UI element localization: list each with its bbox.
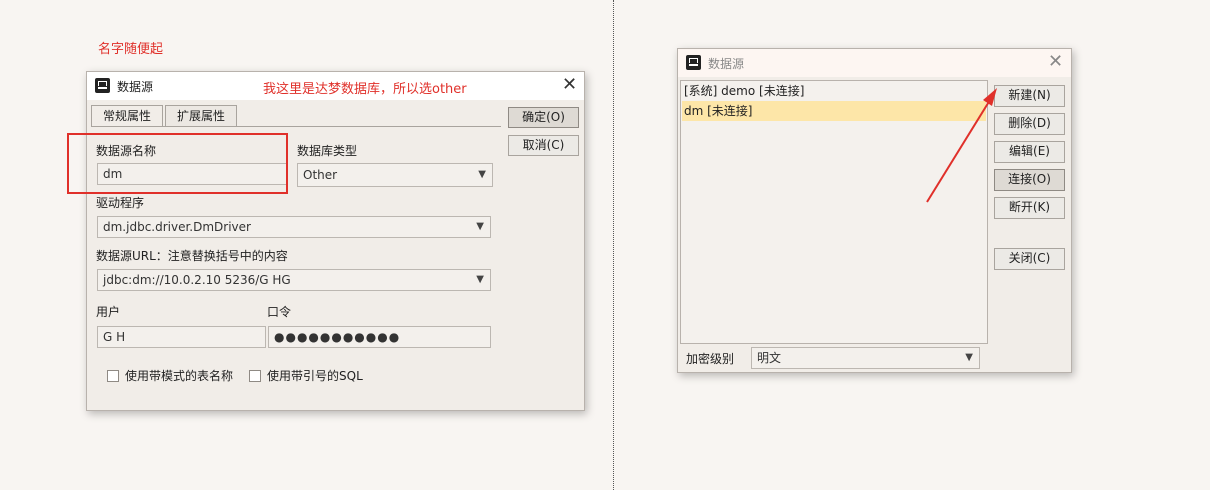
annotation-arrow: [926, 88, 997, 203]
